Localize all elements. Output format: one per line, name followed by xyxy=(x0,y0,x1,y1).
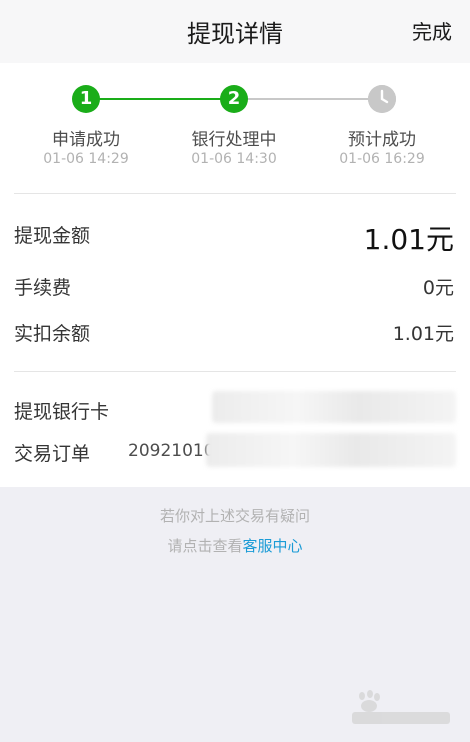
bank-card-value-blurred xyxy=(212,391,456,423)
step-2-label: 银行处理中 xyxy=(191,130,277,150)
progress-line-pending xyxy=(234,98,382,100)
progress-line-done xyxy=(86,98,234,100)
fee-label: 手续费 xyxy=(14,277,72,299)
help-text-line1: 若你对上述交易有疑问 xyxy=(159,507,310,525)
deduct-balance-value: 1.01元 xyxy=(392,323,454,345)
step-3-label: 预计成功 xyxy=(348,130,416,150)
watermark-logo-icon xyxy=(346,686,456,728)
fee-value: 0元 xyxy=(422,277,454,299)
divider xyxy=(14,193,456,194)
withdraw-detail-card: 1 2 申请成功 银行处理中 预计成功 01-06 14:29 01-06 14… xyxy=(0,63,470,487)
help-text-line2: 请点击查看客服中心 xyxy=(0,535,470,556)
page-title: 提现详情 xyxy=(187,20,283,48)
divider xyxy=(14,371,456,372)
deduct-balance-label: 实扣余额 xyxy=(14,323,91,345)
done-button[interactable]: 完成 xyxy=(412,16,452,45)
step-1-time: 01-06 14:29 xyxy=(43,151,129,167)
step-2-time: 01-06 14:30 xyxy=(191,151,277,167)
step-2-icon: 2 xyxy=(220,85,248,113)
step-1-icon: 1 xyxy=(72,85,100,113)
step-3-time: 01-06 16:29 xyxy=(339,151,425,167)
progress-tracker: 1 2 申请成功 银行处理中 预计成功 01-06 14:29 01-06 14… xyxy=(0,63,470,193)
order-number: 20921010 xyxy=(128,441,215,461)
step-1-label: 申请成功 xyxy=(52,130,120,150)
nav-bar: 提现详情 完成 xyxy=(0,0,470,63)
order-label: 交易订单 xyxy=(14,443,91,465)
help-text-prefix: 请点击查看 xyxy=(167,537,243,555)
bank-card-label: 提现银行卡 xyxy=(14,401,110,423)
withdraw-amount-value: 1.01元 xyxy=(363,223,454,256)
customer-service-link[interactable]: 客服中心 xyxy=(243,537,303,555)
order-number-blurred xyxy=(206,433,456,467)
withdraw-amount-label: 提现金额 xyxy=(14,225,91,247)
clock-icon xyxy=(368,85,396,113)
